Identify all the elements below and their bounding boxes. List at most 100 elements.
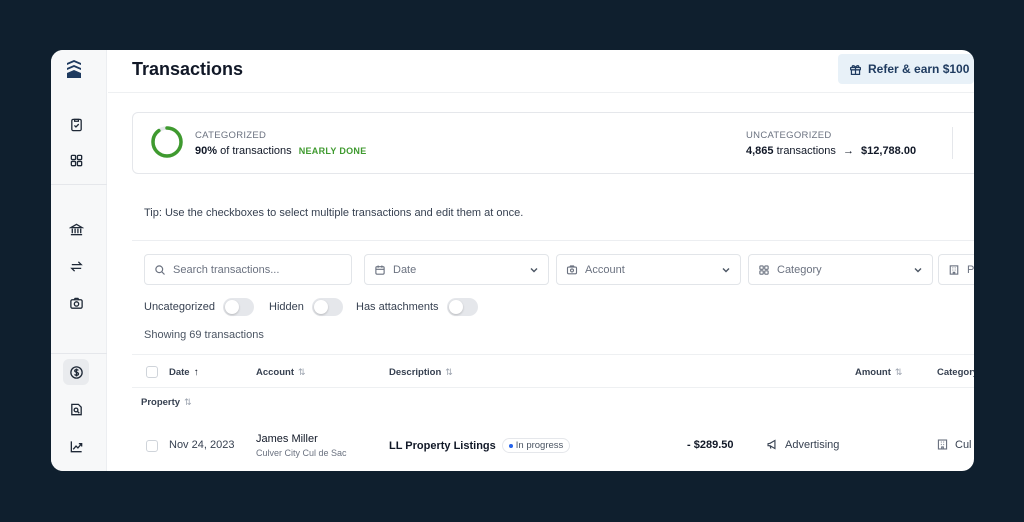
sidebar-item-receipts[interactable] bbox=[63, 290, 89, 316]
column-amount-label: Amount bbox=[855, 367, 891, 378]
search-field[interactable]: Search transactions... bbox=[144, 254, 352, 285]
clipboard-check-icon bbox=[70, 118, 82, 131]
building-icon bbox=[949, 264, 959, 275]
column-date[interactable]: Date ↑ bbox=[169, 367, 199, 378]
group-header[interactable]: Property ⇅ bbox=[141, 397, 192, 408]
grid-icon bbox=[759, 264, 769, 275]
column-category-label: Category bbox=[937, 367, 974, 378]
search-icon bbox=[155, 264, 165, 275]
categorized-label: CATEGORIZED bbox=[195, 130, 267, 141]
row-description[interactable]: LL Property Listings In progress bbox=[389, 438, 571, 453]
property-filter[interactable]: Pr bbox=[938, 254, 974, 285]
group-label: Property bbox=[141, 397, 181, 408]
sidebar-item-reports[interactable] bbox=[63, 396, 89, 422]
categorization-summary: CATEGORIZED 90% of transactions NEARLY D… bbox=[132, 112, 974, 174]
toggle-label: Hidden bbox=[269, 301, 304, 313]
row-account-sub: Culver City Cul de Sac bbox=[256, 448, 347, 458]
sort-icon: ⇅ bbox=[298, 367, 306, 377]
tip-text: Tip: Use the checkboxes to select multip… bbox=[144, 207, 524, 219]
row-account-name: James Miller bbox=[256, 433, 318, 445]
sidebar-item-analytics[interactable] bbox=[63, 433, 89, 459]
sort-asc-icon: ↑ bbox=[193, 367, 199, 378]
sidebar-item-tasks[interactable] bbox=[63, 111, 89, 137]
row-category[interactable]: Advertising bbox=[766, 438, 839, 451]
megaphone-icon bbox=[767, 439, 776, 450]
sidebar-separator bbox=[51, 184, 107, 185]
column-account[interactable]: Account ⇅ bbox=[256, 367, 306, 378]
transfer-arrows-icon bbox=[69, 260, 83, 272]
hidden-switch[interactable] bbox=[311, 298, 343, 316]
grid-icon bbox=[70, 154, 82, 166]
logo-icon[interactable] bbox=[65, 59, 83, 79]
column-description-label: Description bbox=[389, 367, 442, 378]
uncategorized-value[interactable]: 4,865 transactions → $12,788.00 bbox=[746, 145, 916, 157]
uncategorized-amount: $12,788.00 bbox=[861, 145, 917, 157]
date-filter-label: Date bbox=[393, 263, 417, 276]
toggle-attachments[interactable]: Has attachments bbox=[356, 297, 478, 317]
document-search-icon bbox=[70, 403, 82, 415]
account-filter-label: Account bbox=[585, 263, 625, 276]
sidebar-item-transfers[interactable] bbox=[63, 253, 89, 279]
column-category[interactable]: Category bbox=[937, 367, 974, 378]
app-window: Transactions Refer & earn $100 CATEGORIZ… bbox=[51, 50, 974, 471]
categorized-value: 90% of transactions NEARLY DONE bbox=[195, 145, 367, 157]
row-amount: - $289.50 bbox=[687, 439, 734, 451]
row-date: Nov 24, 2023 bbox=[169, 439, 235, 451]
sort-icon: ⇅ bbox=[445, 367, 453, 377]
date-filter[interactable]: Date bbox=[364, 254, 549, 285]
uncategorized-count: 4,865 bbox=[746, 145, 774, 157]
summary-divider bbox=[952, 127, 953, 159]
row-checkbox[interactable] bbox=[146, 440, 158, 452]
status-badge: NEARLY DONE bbox=[298, 146, 367, 156]
uncategorized-switch[interactable] bbox=[222, 298, 254, 316]
row-property-text: Cul bbox=[955, 438, 972, 451]
header-divider bbox=[108, 92, 974, 93]
column-description[interactable]: Description ⇅ bbox=[389, 367, 453, 378]
toggle-label: Has attachments bbox=[356, 301, 439, 313]
status-badge: In progress bbox=[501, 438, 571, 453]
page-title: Transactions bbox=[132, 59, 244, 79]
camera-receipt-icon bbox=[69, 297, 83, 309]
table-header: Date ↑ Account ⇅ Description ⇅ Amount ⇅ … bbox=[132, 354, 974, 388]
status-dot-icon bbox=[508, 443, 513, 448]
toggle-label: Uncategorized bbox=[144, 301, 215, 313]
wallet-icon bbox=[566, 264, 578, 274]
sidebar-item-transactions[interactable] bbox=[63, 359, 89, 385]
sort-icon: ⇅ bbox=[184, 397, 192, 407]
results-count: Showing 69 transactions bbox=[144, 329, 264, 341]
account-filter[interactable]: Account bbox=[556, 254, 741, 285]
column-date-label: Date bbox=[169, 367, 190, 378]
categorized-text: of transactions bbox=[220, 145, 292, 157]
column-amount[interactable]: Amount ⇅ bbox=[855, 367, 902, 378]
sort-icon: ⇅ bbox=[894, 367, 903, 377]
toggle-hidden[interactable]: Hidden bbox=[269, 297, 343, 317]
sidebar-item-banking[interactable] bbox=[63, 216, 89, 242]
uncategorized-label: UNCATEGORIZED bbox=[746, 130, 832, 141]
gift-icon bbox=[850, 64, 861, 75]
calendar-icon bbox=[375, 265, 385, 275]
trend-chart-icon bbox=[70, 440, 82, 452]
category-filter-label: Category bbox=[777, 263, 822, 276]
row-category-text: Advertising bbox=[785, 438, 840, 451]
category-filter[interactable]: Category bbox=[748, 254, 933, 285]
chevron-down-icon bbox=[914, 268, 922, 273]
attachments-switch[interactable] bbox=[446, 298, 478, 316]
uncategorized-text: transactions bbox=[776, 145, 836, 157]
toggle-uncategorized[interactable]: Uncategorized bbox=[144, 297, 254, 317]
sidebar-separator bbox=[51, 353, 107, 354]
dollar-circle-icon bbox=[69, 365, 83, 379]
main-content: Transactions Refer & earn $100 CATEGORIZ… bbox=[108, 50, 974, 471]
sidebar bbox=[51, 50, 107, 471]
column-account-label: Account bbox=[256, 367, 294, 378]
categorized-percent: 90% bbox=[195, 145, 218, 157]
select-all-checkbox[interactable] bbox=[146, 366, 158, 378]
refer-button[interactable]: Refer & earn $100 bbox=[838, 54, 974, 84]
progress-donut bbox=[151, 126, 183, 158]
row-description-text: LL Property Listings bbox=[389, 439, 496, 452]
search-input[interactable]: Search transactions... bbox=[173, 264, 279, 276]
arrow-right-icon: → bbox=[842, 145, 854, 157]
sidebar-item-dashboard[interactable] bbox=[63, 147, 89, 173]
bank-icon bbox=[68, 223, 84, 235]
row-property[interactable]: Cul bbox=[936, 438, 972, 451]
refer-label: Refer & earn $100 bbox=[868, 62, 970, 76]
